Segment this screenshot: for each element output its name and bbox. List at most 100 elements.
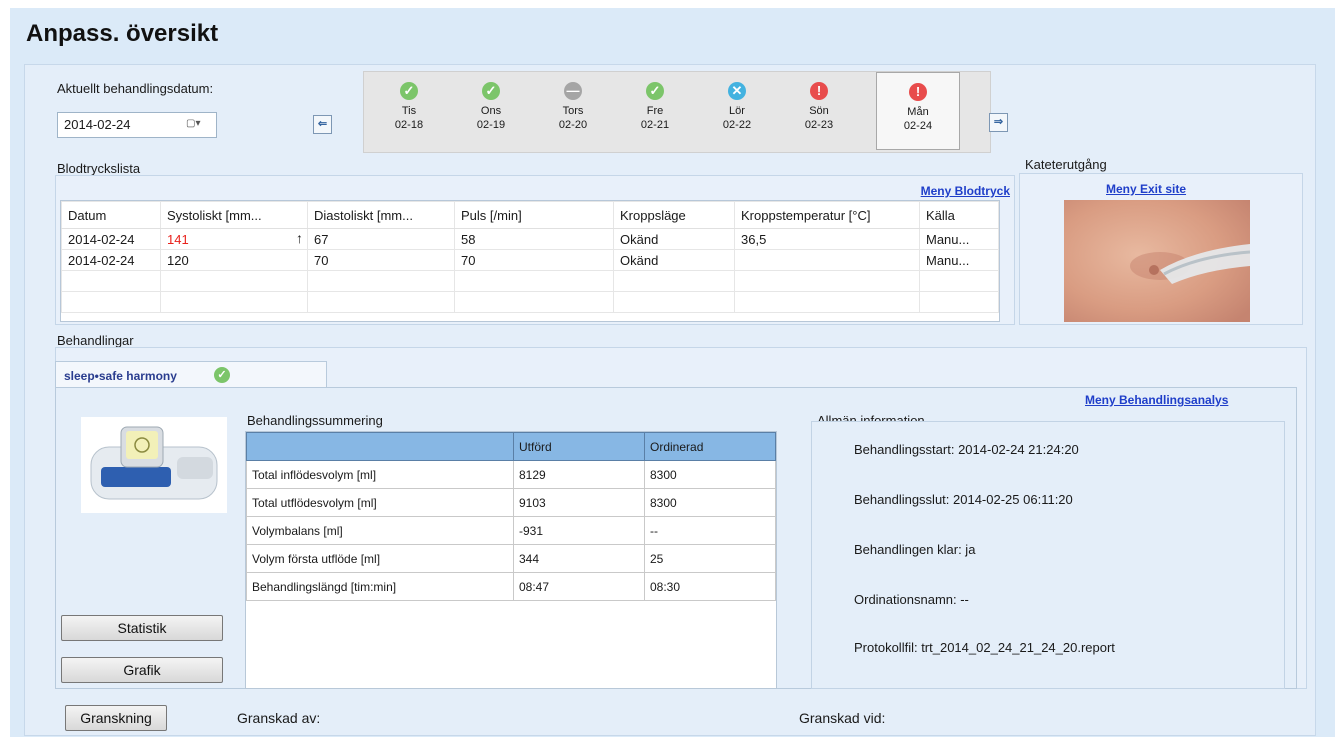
table-row[interactable]: 2014-02-24 141 ↑ 67 58 Okänd 36,5 Manu... (61, 228, 999, 250)
cell-kroppslage: Okänd (613, 228, 735, 250)
day-item-tors[interactable]: — Tors 02-20 (538, 82, 608, 132)
minus-icon: — (564, 82, 582, 100)
day-name: Tis (401, 105, 417, 117)
bp-header-row: Datum Systoliskt [mm... Diastoliskt [mm.… (61, 201, 999, 229)
cell-datum: 2014-02-24 (61, 228, 161, 250)
info-protocol: Protokollfil: trt_2014_02_24_21_24_20.re… (854, 640, 1115, 655)
day-name: Tors (562, 105, 584, 117)
day-strip: ✓ Tis 02-18 ✓ Ons 02-19 — Tors 02-20 ✓ F… (363, 71, 991, 153)
bp-section-label: Blodtryckslista (57, 161, 141, 176)
check-icon: ✓ (400, 82, 418, 100)
summary-cell-utford: 344 (513, 544, 645, 573)
col-kalla[interactable]: Källa (919, 201, 999, 229)
arrow-up-icon: ↑ (296, 230, 303, 246)
summary-cell-label: Volymbalans [ml] (246, 516, 514, 545)
col-kroppstemperatur[interactable]: Kroppstemperatur [°C] (734, 201, 920, 229)
table-row-empty (61, 270, 999, 292)
summary-cell-label: Volym första utflöde [ml] (246, 544, 514, 573)
col-puls[interactable]: Puls [/min] (454, 201, 614, 229)
x-icon: ✕ (728, 82, 746, 100)
info-done: Behandlingen klar: ja (854, 542, 976, 557)
summary-section-label: Behandlingssummering (247, 413, 383, 428)
catheter-group: Meny Exit site (1019, 173, 1303, 325)
reviewed-by-label: Granskad av: (237, 710, 321, 726)
exit-site-photo[interactable] (1064, 200, 1251, 322)
summary-row: Volym första utflöde [ml] 344 25 (246, 544, 776, 573)
summary-cell-ordinerad: 8300 (644, 488, 776, 517)
summary-row: Total utflödesvolym [ml] 9103 8300 (246, 488, 776, 517)
cell-systoliskt: 141 ↑ (160, 228, 308, 250)
cell-kroppslage: Okänd (613, 249, 735, 271)
summary-cell-ordinerad: 25 (644, 544, 776, 573)
check-icon: ✓ (214, 367, 230, 383)
info-ordination: Ordinationsnamn: -- (854, 592, 969, 607)
cell-kalla: Manu... (919, 228, 999, 250)
summary-cell-utford: 8129 (513, 460, 645, 489)
tab-sleep-safe-harmony[interactable]: sleep•safe harmony ✓ (55, 361, 327, 390)
summary-cell-utford: -931 (513, 516, 645, 545)
day-item-fre[interactable]: ✓ Fre 02-21 (620, 82, 690, 132)
catheter-section-label: Kateterutgång (1025, 157, 1107, 172)
summary-row: Volymbalans [ml] -931 -- (246, 516, 776, 545)
systolic-high-value: 141 (167, 231, 189, 247)
prev-day-button[interactable]: ⇐ (313, 115, 332, 134)
cell-kroppstemperatur: 36,5 (734, 228, 920, 250)
summary-row: Total inflödesvolym [ml] 8129 8300 (246, 460, 776, 489)
day-item-man-selected[interactable]: ! Mån 02-24 (876, 72, 960, 150)
summary-col-utford: Utförd (513, 432, 645, 461)
day-item-son[interactable]: ! Sön 02-23 (784, 82, 854, 132)
granskning-button[interactable]: Granskning (65, 705, 167, 731)
check-icon: ✓ (646, 82, 664, 100)
grafik-button[interactable]: Grafik (61, 657, 223, 683)
summary-col-ordinerad: Ordinerad (644, 432, 776, 461)
treatment-analysis-menu-link[interactable]: Meny Behandlingsanalys (1085, 393, 1228, 407)
bp-table: Datum Systoliskt [mm... Diastoliskt [mm.… (60, 200, 1000, 322)
summary-cell-ordinerad: 8300 (644, 460, 776, 489)
exclamation-icon: ! (810, 82, 828, 100)
summary-cell-ordinerad: 08:30 (644, 572, 776, 601)
bp-menu-link[interactable]: Meny Blodtryck (921, 184, 1010, 198)
general-info-group: Behandlingsstart: 2014-02-24 21:24:20 Be… (811, 421, 1285, 689)
exclamation-icon: ! (909, 83, 927, 101)
cell-puls: 70 (454, 249, 614, 271)
summary-row: Behandlingslängd [tim:min] 08:47 08:30 (246, 572, 776, 601)
summary-table: Utförd Ordinerad Total inflödesvolym [ml… (245, 431, 777, 689)
cell-kalla: Manu... (919, 249, 999, 271)
cell-kroppstemperatur (734, 249, 920, 271)
summary-col-blank (246, 432, 514, 461)
summary-cell-utford: 08:47 (513, 572, 645, 601)
summary-cell-ordinerad: -- (644, 516, 776, 545)
calendar-dropdown-icon[interactable]: ▢▾ (186, 118, 208, 132)
day-name: Sön (809, 105, 829, 117)
day-item-ons[interactable]: ✓ Ons 02-19 (456, 82, 526, 132)
table-row[interactable]: 2014-02-24 120 70 70 Okänd Manu... (61, 249, 999, 271)
day-name: Mån (907, 106, 929, 118)
next-day-button[interactable]: ⇒ (989, 113, 1008, 132)
date-picker[interactable]: 2014-02-24 ▢▾ (57, 112, 217, 138)
col-systoliskt[interactable]: Systoliskt [mm... (160, 201, 308, 229)
main-panel: Aktuellt behandlingsdatum: 2014-02-24 ▢▾… (24, 64, 1316, 736)
overview-page: Anpass. översikt Aktuellt behandlingsdat… (10, 8, 1335, 737)
day-item-lor[interactable]: ✕ Lör 02-22 (702, 82, 772, 132)
summary-cell-utford: 9103 (513, 488, 645, 517)
summary-cell-label: Behandlingslängd [tim:min] (246, 572, 514, 601)
col-kroppslage[interactable]: Kroppsläge (613, 201, 735, 229)
check-icon: ✓ (482, 82, 500, 100)
day-date: 02-18 (394, 119, 424, 131)
bp-group: Meny Blodtryck Datum Systoliskt [mm... D… (55, 175, 1015, 325)
day-date: 02-19 (476, 119, 506, 131)
day-date: 02-23 (804, 119, 834, 131)
day-name: Lör (729, 105, 745, 117)
info-end: Behandlingsslut: 2014-02-25 06:11:20 (854, 492, 1073, 507)
col-datum[interactable]: Datum (61, 201, 161, 229)
statistik-button[interactable]: Statistik (61, 615, 223, 641)
summary-cell-label: Total inflödesvolym [ml] (246, 460, 514, 489)
date-label: Aktuellt behandlingsdatum: (57, 81, 214, 96)
col-diastoliskt[interactable]: Diastoliskt [mm... (307, 201, 455, 229)
exit-site-menu-link[interactable]: Meny Exit site (1106, 182, 1186, 196)
day-name: Fre (646, 105, 664, 117)
day-item-tis[interactable]: ✓ Tis 02-18 (374, 82, 444, 132)
table-row-empty (61, 291, 999, 313)
day-date: 02-24 (903, 120, 933, 132)
device-image (81, 417, 227, 513)
